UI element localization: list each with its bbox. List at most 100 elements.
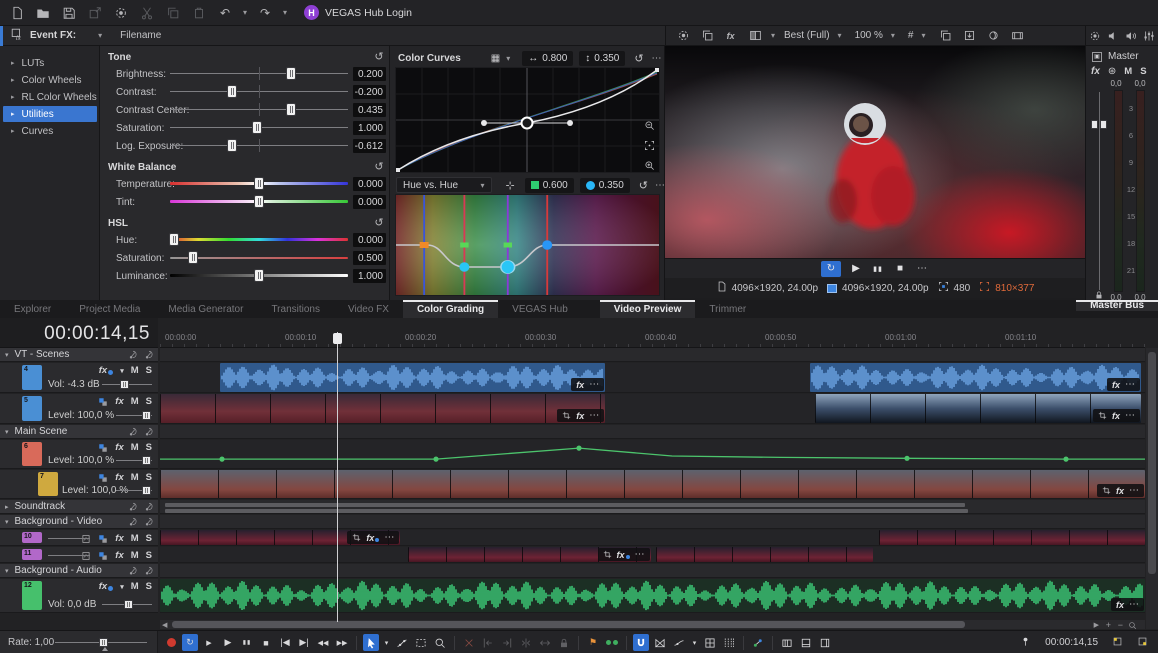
snapshot-copy-icon[interactable] (934, 26, 956, 46)
master-fx-button[interactable]: fx (1091, 66, 1100, 77)
expand-triangle-icon[interactable]: ▸ (11, 127, 15, 135)
hue-menu-button[interactable]: ⋯ (655, 180, 665, 191)
redo-history-chevron[interactable]: ▾ (280, 8, 290, 17)
zoom-in-icon[interactable] (644, 160, 655, 174)
hue-green-field[interactable]: 0.600 (525, 178, 574, 193)
scroll-right-icon[interactable]: ▶ (1094, 621, 1099, 629)
hue-cyan-value[interactable]: 0.350 (599, 180, 624, 191)
fit-view-icon[interactable] (644, 140, 655, 154)
play-all-button[interactable]: ▶ (201, 634, 217, 651)
slider-thumb[interactable] (227, 85, 237, 98)
param-value-field[interactable]: 0.435 (353, 103, 386, 117)
group-collapse-icon[interactable]: ▾ (5, 428, 9, 436)
track-mute-button[interactable]: M (131, 365, 139, 376)
expand-triangle-icon[interactable]: ▸ (11, 59, 15, 67)
tab-transitions[interactable]: Transitions (257, 300, 334, 318)
copy-icon[interactable] (162, 3, 184, 23)
insert-marker-button[interactable]: ⚑ (585, 634, 601, 651)
fader-thumb[interactable] (142, 486, 151, 495)
track-fx-chevron[interactable]: ▾ (120, 367, 124, 375)
playhead-handle[interactable] (333, 333, 342, 344)
group-gesture-icon[interactable] (144, 427, 154, 437)
cut-icon[interactable] (136, 3, 158, 23)
slider-thumb[interactable] (254, 177, 264, 190)
timeline-clip[interactable]: fx⋯ (160, 579, 1145, 612)
master-spatial-button[interactable]: ⊛ (1108, 66, 1116, 77)
track-lane-4[interactable]: fx⋯fx⋯ (160, 363, 1145, 393)
enable-snapping-button[interactable] (633, 634, 649, 651)
clip-fx-button[interactable]: fx (617, 550, 630, 560)
project-properties-icon[interactable] (84, 3, 106, 23)
settings-icon[interactable] (672, 26, 694, 46)
scroll-left-icon[interactable]: ◀ (162, 621, 167, 629)
master-solo-button[interactable]: S (1140, 66, 1146, 77)
clip-fx-button[interactable]: fx (1116, 486, 1124, 496)
track-fx-button[interactable]: fx (115, 442, 123, 453)
curve-y-field[interactable]: ↕ 0.350 (579, 51, 625, 66)
track-solo-button[interactable]: S (146, 533, 152, 544)
tab-trimmer[interactable]: Trimmer (695, 300, 760, 318)
group-collapse-icon[interactable]: ▸ (5, 503, 9, 511)
cursor-time-value[interactable]: 00:00:14,15 (1045, 637, 1098, 648)
move-point-icon[interactable]: ⊹ (506, 179, 515, 192)
slip-button[interactable] (537, 634, 553, 651)
clip-menu-button[interactable]: ⋯ (1129, 599, 1139, 610)
track-fader[interactable] (116, 486, 152, 495)
external-monitor-icon[interactable] (982, 26, 1004, 46)
crop-icon[interactable] (1102, 486, 1111, 495)
snapshot-save-icon[interactable] (958, 26, 980, 46)
zoom-out-timeline-icon[interactable]: − (1118, 620, 1123, 630)
video-preview-frame[interactable] (665, 46, 1085, 258)
param-slider-luminance[interactable] (170, 269, 348, 282)
tab-project-media[interactable]: Project Media (65, 300, 154, 318)
track-mute-button[interactable]: M (131, 550, 139, 561)
zoom-in-timeline-icon[interactable]: + (1106, 620, 1111, 630)
marquee-button[interactable] (413, 634, 429, 651)
param-value-field[interactable]: 0.000 (353, 177, 386, 191)
compositing-icon[interactable] (98, 443, 108, 453)
curves-reset-button[interactable]: ↺ (634, 52, 643, 65)
section-reset-button[interactable]: ↺ (372, 160, 386, 173)
slider-thumb[interactable] (252, 121, 262, 134)
stop-button[interactable]: ■ (258, 634, 274, 651)
track-group-vt-scenes[interactable]: ▾VT - Scenes (0, 348, 158, 362)
expand-triangle-icon[interactable]: ▸ (11, 110, 15, 118)
hscroll-handle[interactable] (172, 621, 965, 628)
compositing-icon[interactable] (98, 397, 108, 407)
param-slider-logexposure[interactable] (170, 139, 348, 152)
quantize-button[interactable] (702, 634, 718, 651)
group-gesture-icon[interactable] (144, 517, 154, 527)
curve-channel-icon[interactable]: ▦ (491, 53, 500, 64)
horizontal-scrollbar[interactable]: ◀ ▶ + − (160, 620, 1145, 629)
param-value-field[interactable]: -0.612 (353, 139, 386, 153)
mixer-icon[interactable] (1141, 26, 1157, 46)
hue-curve-selector[interactable]: Hue vs. Hue ▾ (396, 177, 492, 193)
track-solo-button[interactable]: S (146, 396, 152, 407)
param-value-field[interactable]: 0.000 (353, 195, 386, 209)
loop-playback-button[interactable]: ↻ (821, 261, 841, 277)
track-fader[interactable] (48, 551, 90, 560)
slider-thumb[interactable] (188, 251, 198, 264)
hue-cyan-field[interactable]: 0.350 (580, 178, 630, 193)
track-mute-button[interactable]: M (131, 442, 139, 453)
track-solo-button[interactable]: S (146, 472, 152, 483)
speaker-icon[interactable] (1105, 26, 1121, 46)
track-header-7[interactable]: 7fxMSLevel: 100,0 % (0, 470, 158, 499)
envelope-chevron-button[interactable]: ▾ (690, 634, 699, 651)
lock-button[interactable] (556, 634, 572, 651)
go-to-start-button[interactable]: |◀ (277, 634, 293, 651)
clip-menu-button[interactable]: ⋯ (589, 379, 599, 390)
track-mute-button[interactable]: M (131, 581, 139, 592)
copy-frame-icon[interactable] (696, 26, 718, 46)
slider-thumb[interactable] (254, 195, 264, 208)
compositing-icon[interactable] (98, 473, 108, 483)
param-value-field[interactable]: 1.000 (353, 269, 386, 283)
timeline-clip[interactable]: fx⋯ (160, 530, 400, 545)
track-lane-5[interactable]: fx⋯fx⋯ (160, 394, 1145, 424)
track-group-background-audio[interactable]: ▾Background - Audio (0, 564, 158, 578)
envelope-tool-button[interactable] (394, 634, 410, 651)
bus-a-button[interactable] (798, 634, 814, 651)
track-lane-6[interactable] (160, 440, 1145, 469)
timeline-timecode-display[interactable]: 00:00:14,15 (0, 318, 158, 348)
param-slider-brightness[interactable] (170, 67, 348, 80)
